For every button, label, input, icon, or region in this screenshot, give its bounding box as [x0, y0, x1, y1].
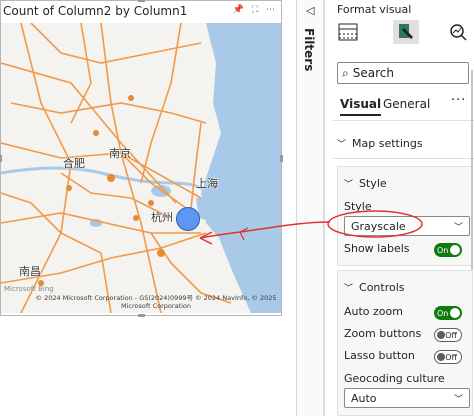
city-label-hefei: 合肥 [63, 157, 85, 170]
controls-card-title: Controls [359, 281, 405, 294]
filters-pane-collapsed[interactable]: ◁ Filters [296, 0, 324, 416]
tab-visual[interactable]: Visual [340, 97, 382, 116]
search-box[interactable]: ⌕ [337, 62, 469, 84]
geocoding-value: Auto [351, 391, 377, 405]
build-visual-icon [338, 23, 358, 41]
pane-title: Format visual [337, 3, 412, 16]
map-visual[interactable]: Count of Column2 by Column1 📌 ⛶ ⋯ 合肥 南京 … [0, 0, 283, 317]
zoom-buttons-label: Zoom buttons [344, 327, 422, 340]
lasso-button-toggle[interactable]: Off [434, 350, 462, 364]
divider [333, 158, 474, 159]
format-pane: Format visual ⌕ Visual General ··· ﹀ Map… [324, 0, 474, 416]
style-card: ﹀ Style Style Grayscale ﹀ Show labels On [337, 166, 473, 266]
controls-card-header[interactable]: ﹀ Controls [344, 281, 405, 294]
style-label: Style [344, 200, 372, 213]
city-label-hangzhou: 杭州 [151, 211, 173, 224]
show-labels-label: Show labels [344, 242, 410, 255]
visual-title: Count of Column2 by Column1 [3, 4, 188, 18]
chevron-down-icon: ﹀ [453, 222, 463, 233]
more-options-icon[interactable]: ⋯ [266, 5, 275, 15]
pane-scrollbar[interactable] [471, 70, 473, 270]
analytics-tab[interactable] [445, 20, 471, 44]
search-icon: ⌕ [342, 65, 349, 80]
style-dropdown-value: Grayscale [351, 219, 406, 233]
focus-icon[interactable]: ⛶ [252, 5, 258, 15]
filters-label[interactable]: Filters [302, 28, 316, 71]
analytics-icon [450, 24, 467, 41]
city-label-nanchang: 南昌 [19, 265, 41, 278]
chevron-down-icon: ﹀ [344, 180, 354, 190]
controls-card: ﹀ Controls Auto zoom On Zoom buttons Off… [337, 270, 473, 416]
auto-zoom-toggle[interactable]: On [434, 306, 462, 320]
chevron-down-icon: ﹀ [344, 284, 354, 294]
show-labels-toggle[interactable]: On [434, 243, 462, 257]
divider [333, 120, 474, 121]
toggle-knob [450, 308, 460, 318]
bing-logo: Microsoft Bing [4, 285, 54, 293]
city-label-nanjing: 南京 [109, 147, 131, 160]
visual-toolbar: 📌 ⛶ ⋯ [232, 5, 275, 15]
resize-handle-right[interactable] [280, 155, 283, 162]
collapse-left-icon[interactable]: ◁ [306, 4, 314, 17]
auto-zoom-label: Auto zoom [344, 305, 403, 318]
resize-handle-left[interactable] [0, 155, 2, 162]
resize-handle-bottom[interactable] [138, 314, 145, 317]
resize-handle-top[interactable] [138, 0, 145, 2]
toggle-knob [437, 353, 445, 361]
map-settings-label: Map settings [352, 137, 423, 150]
map-graphics [1, 23, 281, 313]
lasso-button-label: Lasso button [344, 349, 415, 362]
toggle-state: Off [445, 330, 457, 340]
toggle-knob [450, 245, 460, 255]
tab-general[interactable]: General [383, 97, 430, 111]
build-visual-tab[interactable] [335, 20, 361, 44]
map-canvas[interactable]: 合肥 南京 上海 杭州 南昌 Microsoft Bing © 2024 Mic… [1, 23, 281, 313]
map-settings-header[interactable]: ﹀ Map settings [337, 137, 423, 150]
format-visual-icon [399, 24, 413, 39]
geocoding-culture-dropdown[interactable]: Auto ﹀ [344, 388, 470, 408]
toggle-state: On [437, 245, 449, 255]
chevron-down-icon: ﹀ [337, 140, 347, 150]
more-options-icon[interactable]: ··· [451, 93, 466, 108]
search-input[interactable] [352, 66, 453, 80]
style-card-title: Style [359, 177, 387, 190]
format-visual-tab[interactable] [393, 20, 419, 44]
toggle-state: Off [445, 352, 457, 362]
style-card-header[interactable]: ﹀ Style [344, 177, 387, 190]
city-label-shanghai: 上海 [196, 177, 218, 190]
toggle-state: On [437, 308, 449, 318]
map-copyright: © 2024 Microsoft Corporation - GS(2024)0… [35, 294, 277, 310]
geocoding-culture-label: Geocoding culture [344, 372, 445, 385]
style-dropdown[interactable]: Grayscale ﹀ [344, 216, 470, 236]
pin-icon[interactable]: 📌 [232, 5, 243, 15]
toggle-knob [437, 331, 445, 339]
data-bubble[interactable] [176, 207, 200, 231]
zoom-buttons-toggle[interactable]: Off [434, 328, 462, 342]
chevron-down-icon: ﹀ [453, 394, 463, 405]
